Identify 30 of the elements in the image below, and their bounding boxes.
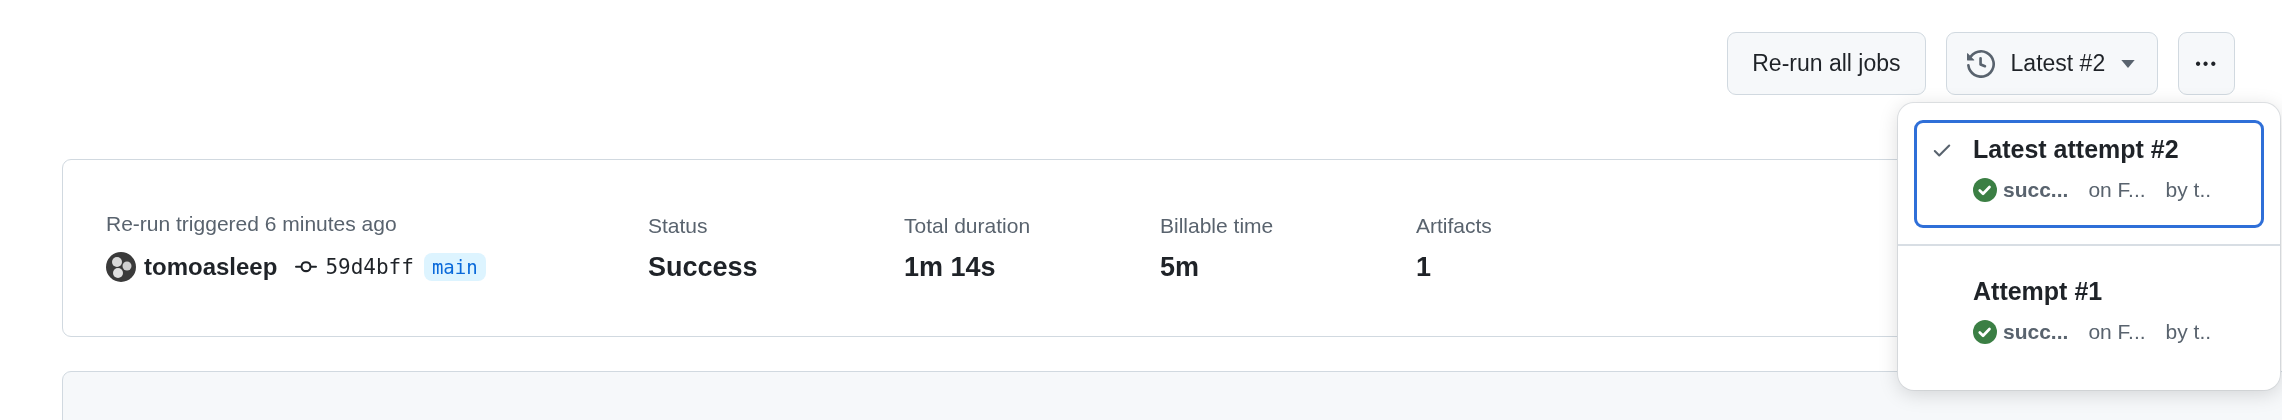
commit-link[interactable]: 59d4bff: [325, 255, 414, 279]
attempt-item[interactable]: Attempt #1 succ... on F... by t..: [1914, 261, 2264, 370]
branch-text: on F...: [2088, 178, 2146, 202]
attempt-item[interactable]: Latest attempt #2 succ... on F... by t..: [1914, 120, 2264, 228]
trigger-text: Re-run triggered 6 minutes ago: [106, 212, 398, 236]
branch-label[interactable]: main: [423, 253, 486, 281]
success-icon: [1973, 178, 1997, 202]
caret-icon: [2121, 59, 2136, 68]
actor-link[interactable]: tomoasleep: [144, 253, 278, 281]
stat-value: 5m: [1160, 251, 1201, 283]
stat-label: Total duration: [904, 213, 1032, 238]
more-button[interactable]: •••: [2178, 32, 2235, 95]
attempt-title: Attempt #1: [1973, 276, 2104, 306]
stat-value: Success: [648, 251, 759, 283]
rerun-button[interactable]: Re-run all jobs: [1727, 32, 1926, 95]
history-icon: [1966, 49, 1995, 78]
attempt-title: Latest attempt #2: [1973, 135, 2180, 164]
status-text: succ...: [2003, 319, 2069, 344]
avatar-icon: [106, 252, 136, 282]
stat-label: Status: [648, 213, 709, 238]
actor-text: by t..: [2165, 319, 2212, 344]
attempt-menu-button[interactable]: Latest #2: [1945, 32, 2159, 95]
stat-label: Artifacts: [1416, 213, 1493, 238]
branch-text: on F...: [2088, 319, 2146, 344]
status-text: succ...: [2003, 178, 2069, 202]
stat-label: Billable time: [1160, 213, 1275, 238]
stat-value: 1: [1416, 251, 1433, 283]
stat-value: 1m 14s: [904, 251, 997, 283]
actor-text: by t..: [2165, 178, 2212, 202]
success-icon: [1973, 319, 1997, 344]
